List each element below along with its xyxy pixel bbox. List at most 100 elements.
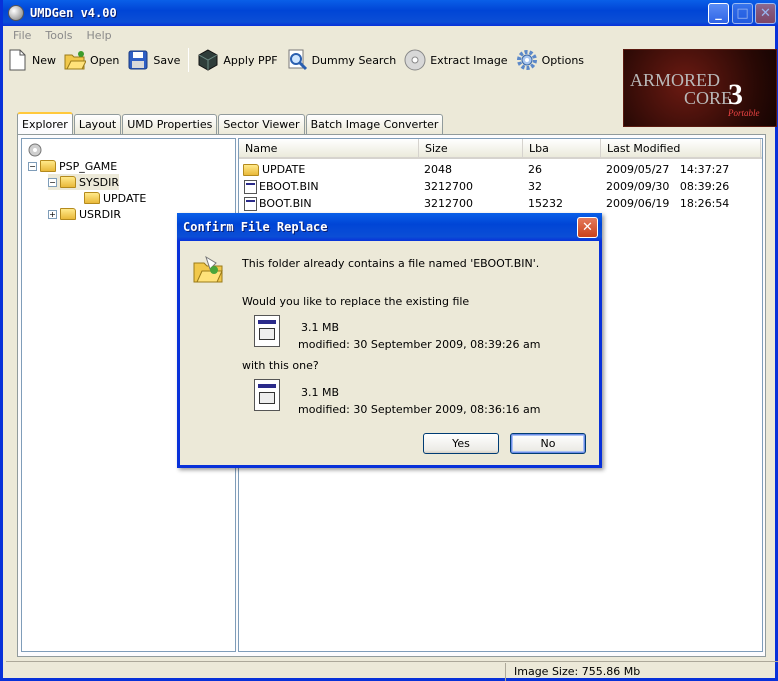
status-panel-left xyxy=(6,662,506,681)
collapse-icon[interactable]: − xyxy=(48,177,57,187)
row-lba: 15232 xyxy=(528,197,563,210)
yes-button[interactable]: Yes xyxy=(423,433,499,454)
dialog-question: Would you like to replace the existing f… xyxy=(242,295,470,308)
window-title: UMDGen v4.00 xyxy=(30,6,117,20)
gear-icon xyxy=(516,49,538,71)
open-button[interactable]: Open xyxy=(64,47,119,73)
folder-icon xyxy=(60,176,76,188)
column-lba[interactable]: Lba xyxy=(523,139,601,157)
app-disc-icon xyxy=(8,5,24,21)
maximize-button[interactable]: □ xyxy=(732,3,753,24)
menu-file[interactable]: File xyxy=(6,29,38,42)
tree-root-disc[interactable] xyxy=(28,142,42,158)
with-this-one-text: with this one? xyxy=(242,359,319,372)
save-label: Save xyxy=(153,53,181,67)
logo-subtitle: Portable xyxy=(728,108,760,118)
open-label: Open xyxy=(90,53,120,67)
floppy-disk-icon xyxy=(127,49,149,71)
list-header: Name Size Lba Last Modified xyxy=(239,139,762,159)
menu-tools[interactable]: Tools xyxy=(38,29,79,42)
dummy-search-button[interactable]: Dummy Search xyxy=(286,47,397,73)
column-name[interactable]: Name xyxy=(239,139,419,157)
save-button[interactable]: Save xyxy=(127,47,180,73)
expand-icon[interactable]: + xyxy=(48,209,57,219)
tab-explorer[interactable]: Explorer xyxy=(17,112,73,134)
row-lba: 32 xyxy=(528,180,542,193)
tab-umd-properties[interactable]: UMD Properties xyxy=(122,114,218,134)
dialog-title[interactable]: Confirm File Replace xyxy=(177,213,602,241)
extract-image-label: Extract Image xyxy=(430,53,508,67)
row-name: UPDATE xyxy=(262,163,306,176)
options-button[interactable]: Options xyxy=(516,47,584,73)
row-time: 18:26:54 xyxy=(679,197,730,210)
row-size: 3212700 xyxy=(424,180,473,193)
file-icon xyxy=(244,179,257,194)
box-icon xyxy=(197,49,219,71)
tree-label: SYSDIR xyxy=(79,175,120,189)
open-folder-icon xyxy=(64,49,87,71)
new-file-icon xyxy=(254,379,280,411)
new-file-icon xyxy=(6,49,28,71)
tree-item-sysdir[interactable]: − SYSDIR xyxy=(48,174,120,190)
tab-sector-viewer[interactable]: Sector Viewer xyxy=(218,114,305,134)
tree-label: USRDIR xyxy=(79,207,122,221)
row-date: 2009/06/19 xyxy=(606,197,670,210)
close-icon: ✕ xyxy=(582,220,593,235)
row-date: 2009/05/27 xyxy=(606,163,670,176)
row-time: 08:39:26 xyxy=(679,180,730,193)
folder-replace-icon xyxy=(193,255,223,283)
logo-number: 3 xyxy=(728,78,743,111)
tree-item-update[interactable]: UPDATE xyxy=(84,190,146,206)
dialog-close-button[interactable]: ✕ xyxy=(577,217,598,238)
minimize-button[interactable]: _ xyxy=(708,3,729,24)
row-time: 14:37:27 xyxy=(679,163,730,176)
tab-batch-image-converter[interactable]: Batch Image Converter xyxy=(305,114,444,134)
folder-icon xyxy=(84,192,100,204)
tree-item-usrdir[interactable]: + USRDIR xyxy=(48,206,121,222)
dialog-message: This folder already contains a file name… xyxy=(242,257,540,270)
new-button[interactable]: New xyxy=(6,47,56,73)
toolbar-separator xyxy=(188,48,190,72)
column-size[interactable]: Size xyxy=(419,139,523,157)
row-lba: 26 xyxy=(528,163,542,176)
tree-label: PSP_GAME xyxy=(59,159,118,173)
row-date: 2009/09/30 xyxy=(606,180,670,193)
apply-ppf-button[interactable]: Apply PPF xyxy=(197,47,278,73)
no-button[interactable]: No xyxy=(510,433,586,454)
collapse-icon[interactable]: − xyxy=(28,161,37,171)
apply-ppf-label: Apply PPF xyxy=(223,53,278,67)
menu-help[interactable]: Help xyxy=(80,29,119,42)
table-row[interactable]: EBOOT.BIN 3212700 32 2009/09/30 08:39:26 xyxy=(239,178,762,195)
file-icon xyxy=(244,196,257,211)
column-last-modified[interactable]: Last Modified xyxy=(601,139,761,157)
existing-file-modified: modified: 30 September 2009, 08:39:26 am xyxy=(298,338,541,351)
status-bar: Image Size: 755.86 Mb xyxy=(6,661,778,681)
tree-item-psp-game[interactable]: − PSP_GAME xyxy=(28,158,117,174)
folder-icon xyxy=(60,208,76,220)
game-logo: ARMORED CORE 3 Portable xyxy=(623,49,777,127)
row-size: 2048 xyxy=(424,163,452,176)
new-file-modified: modified: 30 September 2009, 08:36:16 am xyxy=(298,403,541,416)
folder-icon xyxy=(243,164,259,176)
existing-file-icon xyxy=(254,315,280,347)
folder-icon xyxy=(40,160,56,172)
disc-icon xyxy=(28,143,42,157)
disc-icon xyxy=(404,49,426,71)
new-label: New xyxy=(32,53,56,67)
dummy-search-label: Dummy Search xyxy=(311,53,397,67)
close-icon: ✕ xyxy=(760,6,771,21)
new-file-size: 3.1 MB xyxy=(301,386,340,399)
extract-image-button[interactable]: Extract Image xyxy=(404,47,508,73)
minimize-icon: _ xyxy=(715,6,722,21)
maximize-icon: □ xyxy=(736,6,749,21)
tree-label: UPDATE xyxy=(103,191,147,205)
tab-layout[interactable]: Layout xyxy=(73,114,122,134)
table-row[interactable]: UPDATE 2048 26 2009/05/27 14:37:27 xyxy=(239,161,762,178)
close-button[interactable]: ✕ xyxy=(755,3,776,24)
confirm-file-replace-dialog: Confirm File Replace ✕ This folder alrea… xyxy=(177,213,602,468)
title-bar[interactable]: UMDGen v4.00 _ □ ✕ xyxy=(3,0,778,26)
table-row[interactable]: BOOT.BIN 3212700 15232 2009/06/19 18:26:… xyxy=(239,195,762,212)
row-name: BOOT.BIN xyxy=(259,196,312,210)
options-label: Options xyxy=(541,53,585,67)
magnifier-icon xyxy=(286,49,308,71)
